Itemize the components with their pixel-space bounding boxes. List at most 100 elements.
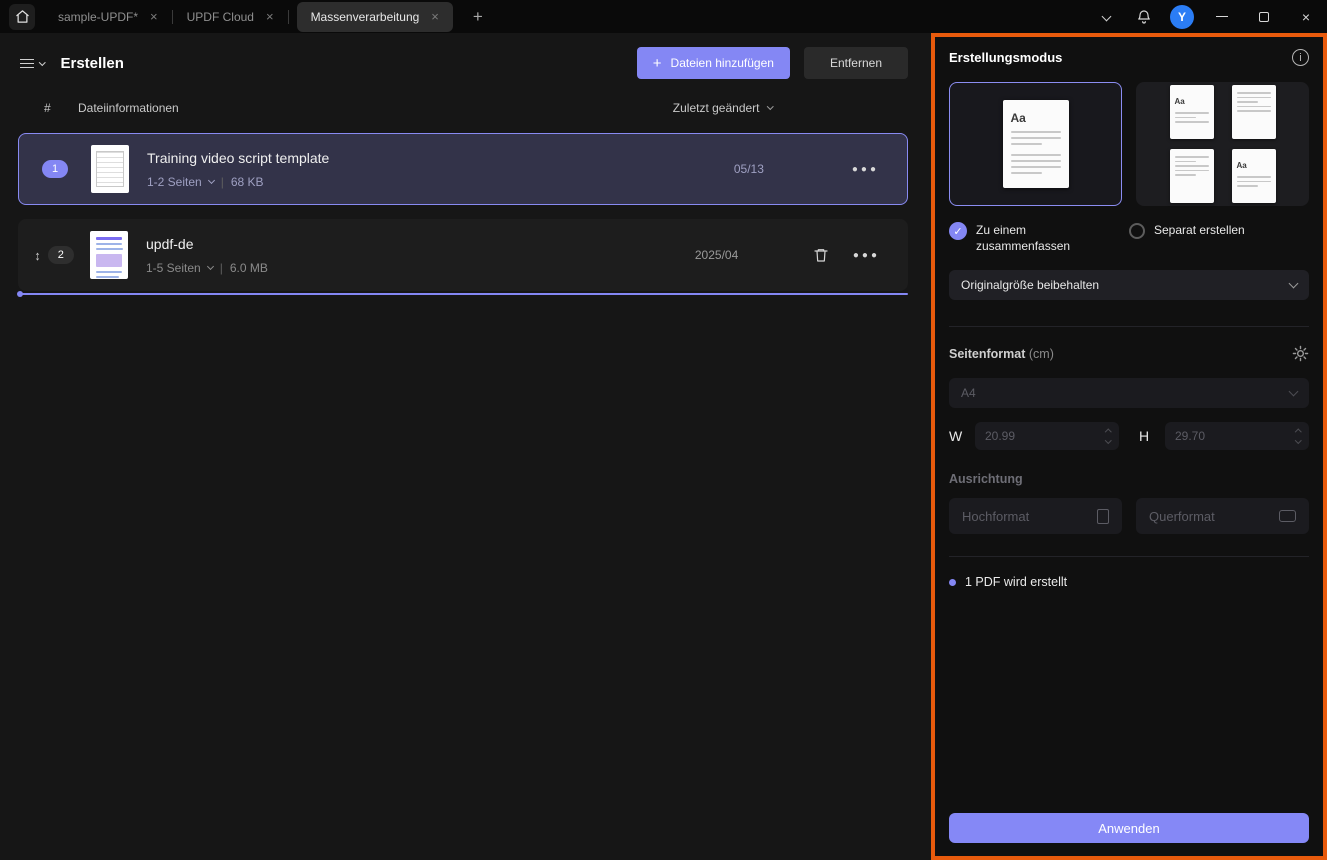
more-options-icon[interactable]: ●●● [853, 250, 880, 261]
separate-mode-card[interactable]: Aa Aa [1136, 82, 1309, 206]
drag-handle-icon[interactable]: ↕ [34, 248, 41, 263]
index-badge: 2 [47, 246, 74, 264]
status-text: 1 PDF wird erstellt [965, 575, 1068, 590]
column-index: # [44, 101, 51, 115]
size-mode-dropdown[interactable]: Originalgröße beibehalten [949, 270, 1309, 301]
radio-unchecked-icon [1129, 223, 1145, 239]
page-title: Erstellen [60, 54, 124, 72]
combine-mode-card[interactable]: Aa [949, 82, 1122, 206]
paper-size-dropdown[interactable]: A4 [949, 378, 1309, 409]
notifications-button[interactable] [1125, 0, 1163, 33]
portrait-button[interactable]: Hochformat [949, 498, 1122, 535]
dimensions-row: W H [949, 422, 1309, 451]
file-row[interactable]: ↕ 2 updf-de 1-5 Seiten | 6.0 MB 2025/04 … [18, 219, 908, 291]
radio-checked-icon: ✓ [949, 222, 967, 240]
chevron-down-icon [766, 103, 773, 110]
page-format-header: Seitenformat (cm) [949, 345, 1309, 362]
separate-radio[interactable]: Separat erstellen [1129, 222, 1309, 254]
titlebar: sample-UPDF* × UPDF Cloud × Massenverarb… [0, 0, 1327, 33]
remove-button[interactable]: Entfernen [803, 47, 908, 79]
separate-label: Separat erstellen [1154, 223, 1245, 237]
spreadsheet-preview [96, 151, 124, 187]
sort-last-modified[interactable]: Zuletzt geändert [673, 101, 773, 115]
more-options-icon[interactable]: ●●● [852, 164, 879, 175]
multi-document-preview: Aa Aa [1169, 85, 1276, 203]
meta-separator: | [220, 174, 224, 189]
width-stepper[interactable] [1104, 422, 1111, 450]
height-label: H [1139, 428, 1150, 445]
header-actions: + Dateien hinzufügen Entfernen [636, 47, 908, 79]
chevron-down-icon [1101, 11, 1111, 22]
file-meta: 1-2 Seiten | 68 KB [147, 175, 329, 189]
dropdown-chevron-button[interactable] [1087, 0, 1125, 33]
chevron-down-icon [1288, 278, 1299, 289]
plus-icon: + [652, 54, 662, 72]
combine-radio[interactable]: ✓ Zu einem zusammenfassen [949, 222, 1129, 254]
tab-updf-cloud[interactable]: UPDF Cloud × [173, 0, 288, 33]
height-input[interactable] [1165, 422, 1309, 451]
file-row[interactable]: 1 Training video script template 1-2 Sei… [18, 133, 908, 205]
home-icon [9, 3, 35, 30]
tab-label: Massenverarbeitung [310, 9, 420, 24]
panel-title: Erstellungsmodus [949, 50, 1063, 65]
panel-header: Erstellungsmodus i [949, 49, 1309, 66]
minimize-button[interactable] [1201, 0, 1243, 33]
column-fileinfo: Dateiinformationen [78, 101, 179, 115]
tab-label: UPDF Cloud [186, 9, 254, 24]
height-stepper[interactable] [1294, 422, 1301, 450]
orientation-label: Ausrichtung [949, 472, 1023, 487]
tab-close-icon[interactable]: × [150, 9, 158, 24]
last-modified: 2025/04 [694, 248, 739, 262]
page-range[interactable]: 1-5 Seiten [146, 261, 201, 275]
file-size: 68 KB [230, 174, 264, 189]
tab-sample-updf[interactable]: sample-UPDF* × [44, 0, 172, 33]
width-input[interactable] [975, 422, 1119, 451]
page-format-label: Seitenformat (cm) [949, 346, 1054, 361]
account-button[interactable]: Y [1163, 0, 1201, 33]
minimize-icon [1216, 16, 1228, 17]
tab-massenverarbeitung[interactable]: Massenverarbeitung × [296, 1, 453, 32]
page-range[interactable]: 1-2 Seiten [147, 175, 202, 189]
app-window: sample-UPDF* × UPDF Cloud × Massenverarb… [0, 0, 1327, 860]
status-dot-icon [949, 578, 956, 586]
menu-button[interactable] [20, 58, 46, 68]
tab-separator [287, 9, 289, 24]
settings-button[interactable] [1292, 345, 1309, 362]
file-thumbnail [90, 231, 128, 279]
titlebar-right: Y × [1087, 0, 1327, 33]
close-button[interactable]: × [1285, 0, 1327, 33]
add-files-button[interactable]: + Dateien hinzufügen [636, 47, 790, 79]
tab-close-icon[interactable]: × [266, 9, 274, 24]
combine-label: Zu einem zusammenfassen [976, 223, 1071, 254]
maximize-button[interactable] [1243, 0, 1285, 33]
maximize-icon [1259, 11, 1269, 22]
new-tab-button[interactable]: + [461, 7, 495, 27]
avatar: Y [1170, 4, 1194, 29]
row-actions: ●●● [813, 246, 880, 264]
delete-button[interactable] [813, 246, 829, 264]
section-divider [949, 556, 1309, 558]
page-format-unit: (cm) [1028, 346, 1054, 361]
info-icon[interactable]: i [1292, 49, 1309, 66]
landscape-label: Querformat [1149, 508, 1215, 524]
chevron-down-icon [1288, 386, 1299, 397]
row-index-area: 1 [19, 160, 91, 178]
main-content: Erstellen + Dateien hinzufügen Entfernen… [0, 33, 1327, 860]
creation-settings-panel: Erstellungsmodus i Aa Aa Aa ✓ Zu einem z… [931, 33, 1327, 860]
landscape-button[interactable]: Querformat [1136, 498, 1309, 535]
pdf-preview [90, 237, 128, 278]
file-list-pane: Erstellen + Dateien hinzufügen Entfernen… [0, 33, 931, 860]
file-size: 6.0 MB [229, 260, 268, 275]
add-files-label: Dateien hinzufügen [670, 56, 774, 70]
gear-icon [1292, 346, 1309, 362]
home-button[interactable] [0, 0, 44, 33]
width-label: W [949, 428, 963, 445]
tab-label: sample-UPDF* [58, 9, 139, 24]
creation-status: 1 PDF wird erstellt [949, 575, 1309, 589]
hamburger-icon [20, 58, 34, 68]
creation-mode-options: ✓ Zu einem zusammenfassen Separat erstel… [949, 222, 1309, 254]
tab-close-icon[interactable]: × [431, 9, 439, 24]
apply-button[interactable]: Anwenden [949, 813, 1309, 843]
orientation-buttons: Hochformat Querformat [949, 498, 1309, 535]
chevron-down-icon [206, 262, 214, 271]
